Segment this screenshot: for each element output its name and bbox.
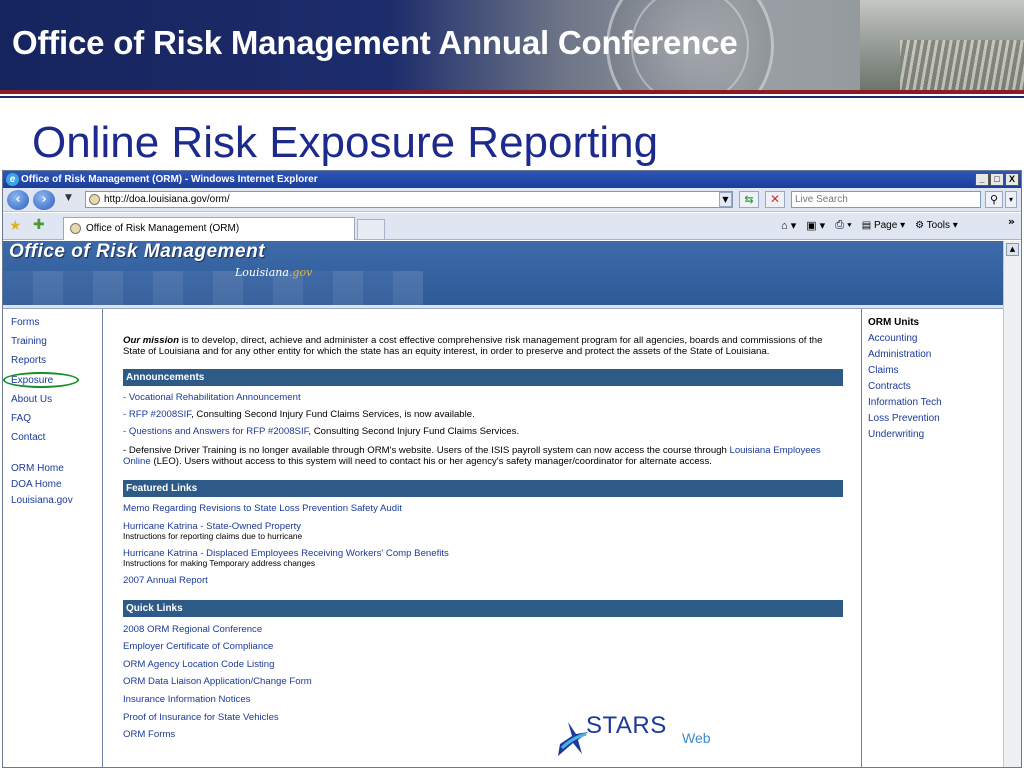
window-title: Office of Risk Management (ORM) - Window… — [21, 174, 318, 185]
main-content: Our mission is to develop, direct, achie… — [103, 309, 861, 767]
forward-button[interactable]: › — [33, 190, 55, 210]
search-options-icon[interactable]: ▾ — [1005, 191, 1017, 208]
highway-traffic — [900, 40, 1024, 90]
unit-loss-prevention[interactable]: Loss Prevention — [868, 411, 1003, 427]
slide: Office of Risk Management Annual Confere… — [0, 0, 1024, 768]
tab-label: Office of Risk Management (ORM) — [86, 223, 240, 234]
stop-button[interactable]: ✕ — [765, 191, 785, 208]
announcement-link[interactable]: Questions and Answers for RFP #2008SIF — [129, 426, 309, 437]
more-commands-icon[interactable]: » — [1008, 215, 1015, 228]
unit-underwriting[interactable]: Underwriting — [868, 427, 1003, 443]
featured-link-description: Instructions for making Temporary addres… — [123, 558, 316, 568]
announcements-header: Announcements — [123, 369, 843, 386]
page-favicon-icon — [89, 194, 100, 205]
stars-text: STARS — [586, 712, 667, 739]
new-tab-button[interactable] — [357, 219, 385, 240]
slide-subtitle: Online Risk Exposure Reporting — [32, 118, 659, 167]
announcement-item: - Vocational Rehabilitation Announcement — [123, 392, 843, 403]
tab-orm[interactable]: Office of Risk Management (ORM) — [63, 217, 355, 240]
nav-orm-home[interactable]: ORM Home — [11, 461, 102, 477]
address-toolbar: ‹ › ▼ http://doa.louisiana.gov/orm/ ▼ ⇆ … — [3, 188, 1021, 212]
slide-banner: Office of Risk Management Annual Confere… — [0, 0, 1024, 90]
announcement-item: - RFP #2008SIF, Consulting Second Injury… — [123, 409, 475, 420]
nav-training[interactable]: Training — [11, 332, 102, 351]
orm-units-header: ORM Units — [868, 317, 920, 328]
site-header: Office of Risk Management Louisiana.gov — [3, 241, 1003, 305]
tools-menu[interactable]: ⚙ Tools ▾ — [915, 220, 958, 231]
nav-contact[interactable]: Contact — [11, 428, 102, 447]
banner-divider-red — [0, 90, 1024, 94]
quick-link[interactable]: ORM Data Liaison Application/Change Form — [123, 676, 861, 687]
featured-link-description: Instructions for reporting claims due to… — [123, 531, 303, 541]
history-dropdown-icon[interactable]: ▼ — [65, 193, 72, 203]
scroll-up-icon[interactable]: ▲ — [1006, 243, 1019, 256]
favorites-star-icon[interactable]: ★ — [9, 218, 22, 234]
unit-administration[interactable]: Administration — [868, 347, 1003, 363]
announcement-link[interactable]: - Vocational Rehabilitation Announcement — [123, 392, 301, 403]
maximize-button[interactable]: □ — [990, 173, 1004, 186]
address-text: http://doa.louisiana.gov/orm/ — [104, 194, 230, 205]
right-nav: ORM Units Accounting Administration Clai… — [861, 309, 1003, 767]
site-title: Office of Risk Management — [9, 241, 266, 262]
nav-louisiana-gov[interactable]: Louisiana.gov — [11, 493, 102, 509]
back-button[interactable]: ‹ — [7, 190, 29, 210]
feeds-icon[interactable]: ▣ ▾ — [806, 219, 825, 232]
nav-faq[interactable]: FAQ — [11, 409, 102, 428]
search-input[interactable]: Live Search — [791, 191, 981, 208]
unit-information-tech[interactable]: Information Tech — [868, 395, 1003, 411]
minimize-button[interactable]: _ — [975, 173, 989, 186]
quick-links-header: Quick Links — [123, 600, 843, 617]
quick-link[interactable]: ORM Forms — [123, 729, 861, 740]
unit-claims[interactable]: Claims — [868, 363, 1003, 379]
announcement-item: - Defensive Driver Training is no longer… — [123, 445, 821, 467]
featured-link[interactable]: 2007 Annual Report — [123, 575, 861, 586]
announcement-item: - Questions and Answers for RFP #2008SIF… — [123, 426, 520, 437]
announcement-link[interactable]: RFP #2008SIF — [129, 409, 191, 420]
nav-about-us[interactable]: About Us — [11, 390, 102, 409]
quick-link[interactable]: Insurance Information Notices — [123, 694, 861, 705]
left-nav: Forms Training Reports Exposure About Us… — [3, 309, 103, 767]
home-icon[interactable]: ⌂ ▾ — [781, 219, 796, 232]
address-dropdown-icon[interactable]: ▼ — [719, 192, 732, 207]
site-subtitle: Louisiana.gov — [235, 266, 313, 279]
nav-exposure[interactable]: Exposure — [3, 371, 102, 390]
quick-link[interactable]: ORM Agency Location Code Listing — [123, 659, 861, 670]
slide-title: Office of Risk Management Annual Confere… — [12, 24, 738, 61]
page-menu[interactable]: ▤ Page ▾ — [862, 220, 905, 231]
mission-statement: Our mission is to develop, direct, achie… — [123, 335, 823, 357]
search-icon[interactable]: ⚲ — [985, 191, 1003, 208]
banner-divider-blue — [0, 96, 1024, 98]
print-icon[interactable]: ⎙ ▾ — [835, 219, 851, 232]
unit-contracts[interactable]: Contracts — [868, 379, 1003, 395]
web-text: Web — [682, 730, 711, 746]
tab-favicon-icon — [70, 223, 81, 234]
nav-forms[interactable]: Forms — [11, 313, 102, 332]
add-favorites-icon[interactable]: ✚ — [33, 217, 45, 233]
quick-link[interactable]: Employer Certificate of Compliance — [123, 641, 861, 652]
nav-doa-home[interactable]: DOA Home — [11, 477, 102, 493]
refresh-button[interactable]: ⇆ — [739, 191, 759, 208]
vertical-scrollbar[interactable]: ▲ — [1003, 241, 1021, 767]
quick-link[interactable]: 2008 ORM Regional Conference — [123, 624, 861, 635]
highlight-circle — [3, 371, 79, 388]
ie-logo-icon: e — [6, 173, 19, 186]
browser-window: e Office of Risk Management (ORM) - Wind… — [2, 170, 1022, 768]
window-titlebar[interactable]: e Office of Risk Management (ORM) - Wind… — [3, 171, 1021, 188]
star-swoosh-icon — [558, 722, 588, 756]
tab-toolbar: ★ ✚ Office of Risk Management (ORM) ⌂ ▾ … — [3, 213, 1021, 240]
address-input[interactable]: http://doa.louisiana.gov/orm/ — [85, 191, 733, 208]
page-viewport: Office of Risk Management Louisiana.gov … — [3, 241, 1003, 767]
command-bar: ⌂ ▾ ▣ ▾ ⎙ ▾ ▤ Page ▾ ⚙ Tools ▾ — [781, 219, 958, 232]
stars-web-logo: STARS Web — [556, 712, 726, 758]
unit-accounting[interactable]: Accounting — [868, 331, 1003, 347]
quick-link[interactable]: Proof of Insurance for State Vehicles — [123, 712, 861, 723]
close-button[interactable]: X — [1005, 173, 1019, 186]
featured-links-header: Featured Links — [123, 480, 843, 497]
nav-reports[interactable]: Reports — [11, 351, 102, 370]
featured-link[interactable]: Memo Regarding Revisions to State Loss P… — [123, 503, 861, 514]
